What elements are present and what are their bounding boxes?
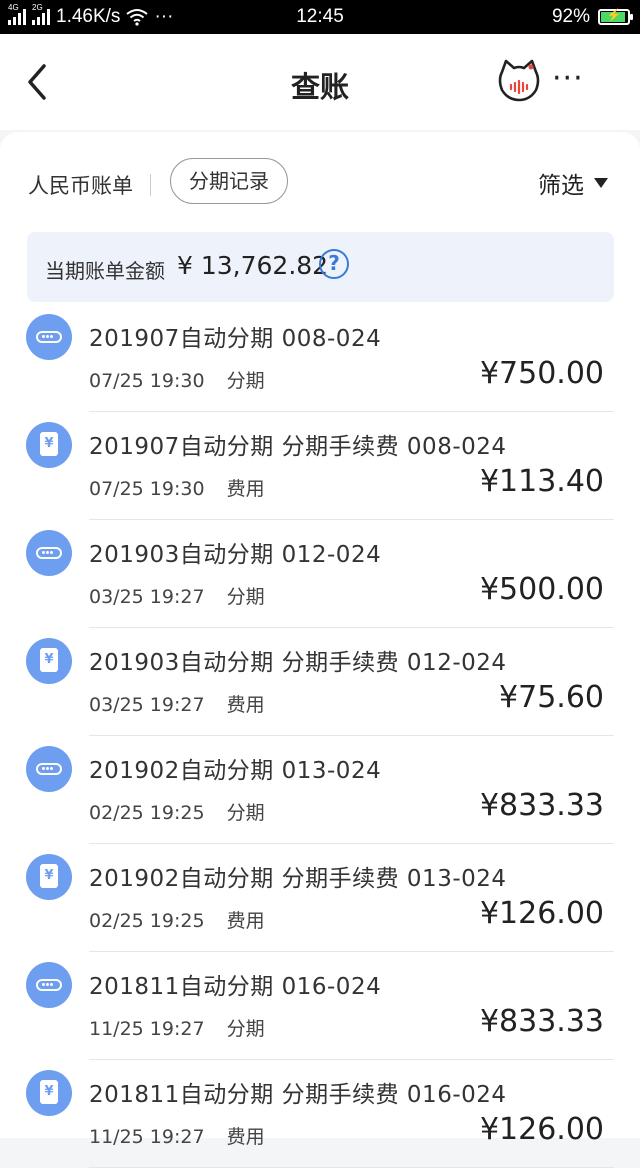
transaction-title: 201907自动分期 008-024 [89,326,382,352]
transaction-row[interactable]: 201902自动分期 013-024 02/25 19:25 分期 ¥833.33 [0,736,640,844]
transaction-meta: 02/25 19:25 费用 [89,906,265,933]
transaction-time: 11/25 19:27 [89,1018,205,1040]
transaction-row[interactable]: 201907自动分期 008-024 07/25 19:30 分期 ¥750.00 [0,304,640,412]
transaction-type: 费用 [226,478,265,500]
filter-button[interactable]: 筛选 [538,166,608,200]
transaction-meta: 02/25 19:25 分期 [89,798,265,825]
transaction-amount: ¥126.00 [479,896,604,931]
transaction-meta: 11/25 19:27 费用 [89,1122,265,1149]
installment-icon [26,314,72,360]
yen-doc-glyph: ¥ [40,648,58,672]
fee-icon: ¥ [26,1070,72,1116]
transaction-title: 201902自动分期 分期手续费 013-024 [89,866,507,892]
nav-bar: 查账 ··· [0,34,640,130]
transaction-title: 201903自动分期 012-024 [89,542,382,568]
transaction-type: 费用 [226,910,265,932]
transaction-amount: ¥75.60 [499,680,604,715]
assistant-mascot-icon[interactable] [496,58,542,104]
help-icon[interactable]: ? [319,249,349,279]
transaction-amount: ¥833.33 [479,1004,604,1039]
transaction-title: 201907自动分期 分期手续费 008-024 [89,434,507,460]
yen-doc-glyph: ¥ [40,1080,58,1104]
transaction-title: 201902自动分期 013-024 [89,758,382,784]
transaction-meta: 11/25 19:27 分期 [89,1014,265,1041]
installment-icon [26,962,72,1008]
summary-label: 当期账单金额 [45,259,165,283]
transaction-row[interactable]: 201903自动分期 012-024 03/25 19:27 分期 ¥500.00 [0,520,640,628]
transaction-time: 11/25 19:27 [89,1126,205,1148]
transaction-type: 分期 [226,802,265,824]
transaction-type: 费用 [226,1126,265,1148]
transaction-meta: 03/25 19:27 分期 [89,582,265,609]
bill-card: 人民币账单 分期记录 筛选 当期账单金额 ¥ 13,762.82 ? 20190… [0,132,640,1168]
transaction-amount: ¥113.40 [479,464,604,499]
transaction-list: 201907自动分期 008-024 07/25 19:30 分期 ¥750.00 ¥2… [0,304,640,1168]
rmb-bill-tab[interactable]: 人民币账单 [28,170,133,200]
transaction-amount: ¥833.33 [479,788,604,823]
transaction-row[interactable]: ¥201903自动分期 分期手续费 012-024 03/25 19:27 费用 ¥7… [0,628,640,736]
yen-doc-glyph: ¥ [40,864,58,888]
transaction-type: 分期 [226,586,265,608]
filter-label: 筛选 [538,173,584,199]
installment-bar-glyph [36,331,62,343]
yen-doc-glyph: ¥ [40,432,58,456]
fee-icon: ¥ [26,638,72,684]
status-bar: 4G 2G 1.46K/s ··· 12:45 92% ⚡ [0,0,640,34]
fee-icon: ¥ [26,422,72,468]
installment-bar-glyph [36,763,62,775]
transaction-time: 07/25 19:30 [89,478,205,500]
transaction-title: 201811自动分期 分期手续费 016-024 [89,1082,507,1108]
installment-icon [26,530,72,576]
installment-records-button[interactable]: 分期记录 [170,158,288,204]
transaction-row[interactable]: ¥201907自动分期 分期手续费 008-024 07/25 19:30 费用 ¥1… [0,412,640,520]
transaction-time: 02/25 19:25 [89,802,205,824]
transaction-time: 07/25 19:30 [89,370,205,392]
summary-amount: ¥ 13,762.82 [177,251,329,280]
transaction-amount: ¥500.00 [479,572,604,607]
transaction-row[interactable]: ¥201902自动分期 分期手续费 013-024 02/25 19:25 费用 ¥1… [0,844,640,952]
transaction-amount: ¥126.00 [479,1112,604,1147]
bill-summary: 当期账单金额 ¥ 13,762.82 ? [27,232,614,302]
transaction-row[interactable]: ¥201811自动分期 分期手续费 016-024 11/25 19:27 费用 ¥1… [0,1060,640,1168]
transaction-amount: ¥750.00 [479,356,604,391]
charging-icon: ⚡ [606,8,622,22]
battery-percent: 92% [551,6,590,27]
transaction-meta: 07/25 19:30 分期 [89,366,265,393]
fee-icon: ¥ [26,854,72,900]
transaction-type: 费用 [226,694,265,716]
transaction-type: 分期 [226,370,265,392]
transaction-title: 201903自动分期 分期手续费 012-024 [89,650,507,676]
filter-bar: 人民币账单 分期记录 筛选 [0,156,640,208]
installment-icon [26,746,72,792]
divider [150,174,151,196]
transaction-row[interactable]: 201811自动分期 016-024 11/25 19:27 分期 ¥833.33 [0,952,640,1060]
page-title: 查账 [290,70,349,104]
more-options-icon[interactable]: ··· [552,64,602,94]
battery-icon: ⚡ [598,8,633,25]
transaction-time: 03/25 19:27 [89,586,205,608]
installment-bar-glyph [36,547,62,559]
transaction-meta: 03/25 19:27 费用 [89,690,265,717]
transaction-type: 分期 [226,1018,265,1040]
transaction-time: 03/25 19:27 [89,694,205,716]
transaction-time: 02/25 19:25 [89,910,205,932]
transaction-meta: 07/25 19:30 费用 [89,474,265,501]
clock: 12:45 [296,6,344,27]
installment-bar-glyph [36,979,62,991]
filter-triangle-icon [594,178,608,188]
status-right: 92% ⚡ [551,6,633,28]
transaction-title: 201811自动分期 016-024 [89,974,382,1000]
